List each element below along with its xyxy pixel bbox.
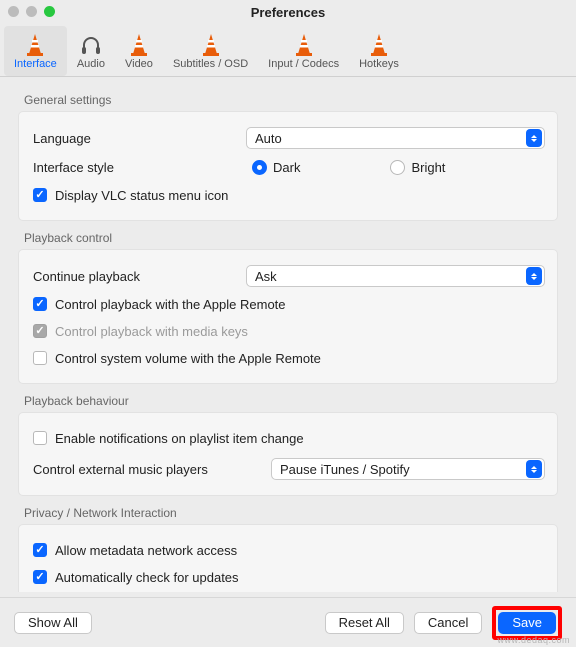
tab-audio[interactable]: Audio <box>67 26 115 76</box>
radio-bright[interactable]: Bright <box>390 160 445 175</box>
section-title-general: General settings <box>24 93 558 107</box>
radio-unchecked-icon <box>390 160 405 175</box>
notifications-checkbox[interactable] <box>33 431 47 445</box>
panel-privacy: ✓ Allow metadata network access ✓ Automa… <box>18 524 558 592</box>
watermark: www.dedaq.com <box>497 635 570 645</box>
tab-label: Video <box>125 58 153 70</box>
radio-dark[interactable]: Dark <box>252 160 300 175</box>
apple-remote-label: Control playback with the Apple Remote <box>55 297 286 312</box>
radio-dark-label: Dark <box>273 160 300 175</box>
tab-label: Hotkeys <box>359 58 399 70</box>
section-title-playback-control: Playback control <box>24 231 558 245</box>
updates-label: Automatically check for updates <box>55 570 239 585</box>
cone-icon <box>365 30 393 58</box>
external-players-select[interactable]: Pause iTunes / Spotify <box>271 458 545 480</box>
window-title: Preferences <box>251 5 325 20</box>
content-area: General settings Language Auto Interface… <box>0 77 576 592</box>
tab-interface[interactable]: Interface <box>4 26 67 76</box>
status-menu-checkbox[interactable]: ✓ <box>33 188 47 202</box>
panel-playback-control: Continue playback Ask ✓ Control playback… <box>18 249 558 384</box>
cone-icon <box>197 30 225 58</box>
zoom-window-button[interactable] <box>44 6 55 17</box>
show-all-button[interactable]: Show All <box>14 612 92 634</box>
notifications-label: Enable notifications on playlist item ch… <box>55 431 304 446</box>
language-label: Language <box>31 131 246 146</box>
system-volume-checkbox[interactable] <box>33 351 47 365</box>
preferences-toolbar: Interface Audio Video Subtitles / OSD In… <box>0 24 576 77</box>
radio-bright-label: Bright <box>411 160 445 175</box>
cone-icon <box>125 30 153 58</box>
updown-icon <box>526 129 542 147</box>
continue-playback-label: Continue playback <box>31 269 246 284</box>
interface-style-radio-group: Dark Bright <box>246 160 545 175</box>
section-title-playback-behaviour: Playback behaviour <box>24 394 558 408</box>
tab-video[interactable]: Video <box>115 26 163 76</box>
minimize-window-button[interactable] <box>26 6 37 17</box>
status-menu-label: Display VLC status menu icon <box>55 188 228 203</box>
continue-playback-value: Ask <box>255 269 277 284</box>
save-button[interactable]: Save <box>498 612 556 634</box>
tab-label: Subtitles / OSD <box>173 58 248 70</box>
updown-icon <box>526 460 542 478</box>
language-value: Auto <box>255 131 282 146</box>
interface-style-label: Interface style <box>31 160 246 175</box>
updates-checkbox[interactable]: ✓ <box>33 570 47 584</box>
tab-label: Audio <box>77 58 105 70</box>
reset-all-button[interactable]: Reset All <box>325 612 404 634</box>
cone-icon <box>21 30 49 58</box>
close-window-button[interactable] <box>8 6 19 17</box>
system-volume-label: Control system volume with the Apple Rem… <box>55 351 321 366</box>
external-players-value: Pause iTunes / Spotify <box>280 462 410 477</box>
tab-hotkeys[interactable]: Hotkeys <box>349 26 409 76</box>
apple-remote-checkbox[interactable]: ✓ <box>33 297 47 311</box>
updown-icon <box>526 267 542 285</box>
metadata-label: Allow metadata network access <box>55 543 237 558</box>
titlebar: Preferences <box>0 0 576 24</box>
cancel-button[interactable]: Cancel <box>414 612 482 634</box>
continue-playback-select[interactable]: Ask <box>246 265 545 287</box>
traffic-lights <box>8 6 55 17</box>
tab-label: Interface <box>14 58 57 70</box>
metadata-checkbox[interactable]: ✓ <box>33 543 47 557</box>
headphones-icon <box>77 30 105 58</box>
panel-playback-behaviour: Enable notifications on playlist item ch… <box>18 412 558 496</box>
tab-input-codecs[interactable]: Input / Codecs <box>258 26 349 76</box>
tab-label: Input / Codecs <box>268 58 339 70</box>
external-players-label: Control external music players <box>31 462 271 477</box>
media-keys-checkbox: ✓ <box>33 324 47 338</box>
radio-checked-icon <box>252 160 267 175</box>
media-keys-label: Control playback with media keys <box>55 324 248 339</box>
footer-bar: Show All Reset All Cancel Save <box>0 597 576 647</box>
language-select[interactable]: Auto <box>246 127 545 149</box>
tab-subtitles-osd[interactable]: Subtitles / OSD <box>163 26 258 76</box>
cone-icon <box>290 30 318 58</box>
panel-general: Language Auto Interface style Dark <box>18 111 558 221</box>
section-title-privacy: Privacy / Network Interaction <box>24 506 558 520</box>
